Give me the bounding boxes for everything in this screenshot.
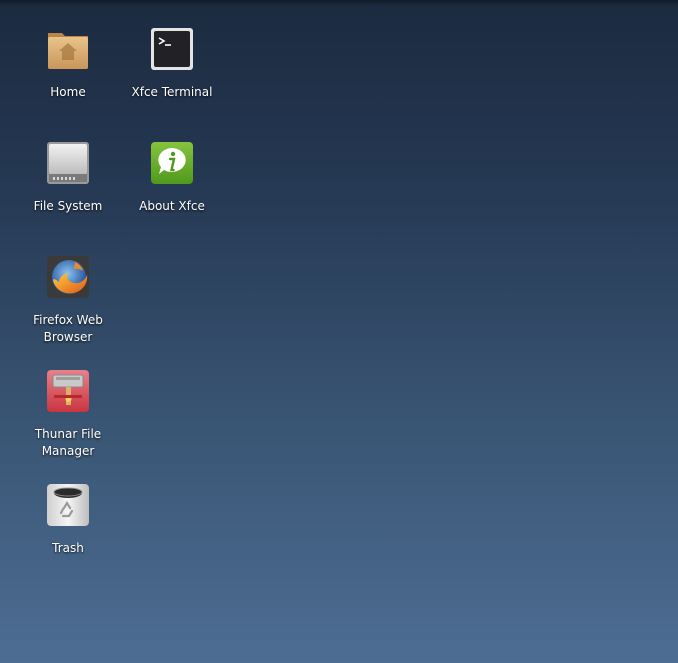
trash-icon bbox=[47, 484, 89, 526]
desktop-icon-label: Firefox Web Browser bbox=[33, 313, 103, 344]
top-shadow bbox=[0, 0, 678, 6]
desktop-icon-label: Xfce Terminal bbox=[131, 85, 213, 99]
desktop-icon-terminal[interactable]: Xfce Terminal bbox=[122, 26, 222, 101]
drive-icon bbox=[47, 142, 89, 184]
desktop-icon-thunar[interactable]: Thunar File Manager bbox=[18, 368, 118, 460]
desktop-icon-home[interactable]: Home bbox=[18, 26, 118, 101]
terminal-icon bbox=[151, 28, 193, 70]
firefox-icon bbox=[47, 256, 89, 298]
desktop-icon-label: Home bbox=[50, 85, 86, 99]
thunar-icon bbox=[47, 370, 89, 412]
desktop-icon-label: About Xfce bbox=[139, 199, 205, 213]
desktop-icon-label: Thunar File Manager bbox=[34, 427, 102, 458]
home-folder-icon bbox=[48, 33, 88, 69]
desktop-icon-label: Trash bbox=[52, 541, 84, 555]
desktop-icon-trash[interactable]: Trash bbox=[18, 482, 118, 557]
info-icon bbox=[151, 142, 193, 184]
desktop-icon-firefox[interactable]: Firefox Web Browser bbox=[18, 254, 118, 346]
desktop-icon-label: File System bbox=[33, 199, 103, 213]
desktop-icon-file-system[interactable]: File System bbox=[18, 140, 118, 215]
desktop-icon-about-xfce[interactable]: About Xfce bbox=[122, 140, 222, 215]
